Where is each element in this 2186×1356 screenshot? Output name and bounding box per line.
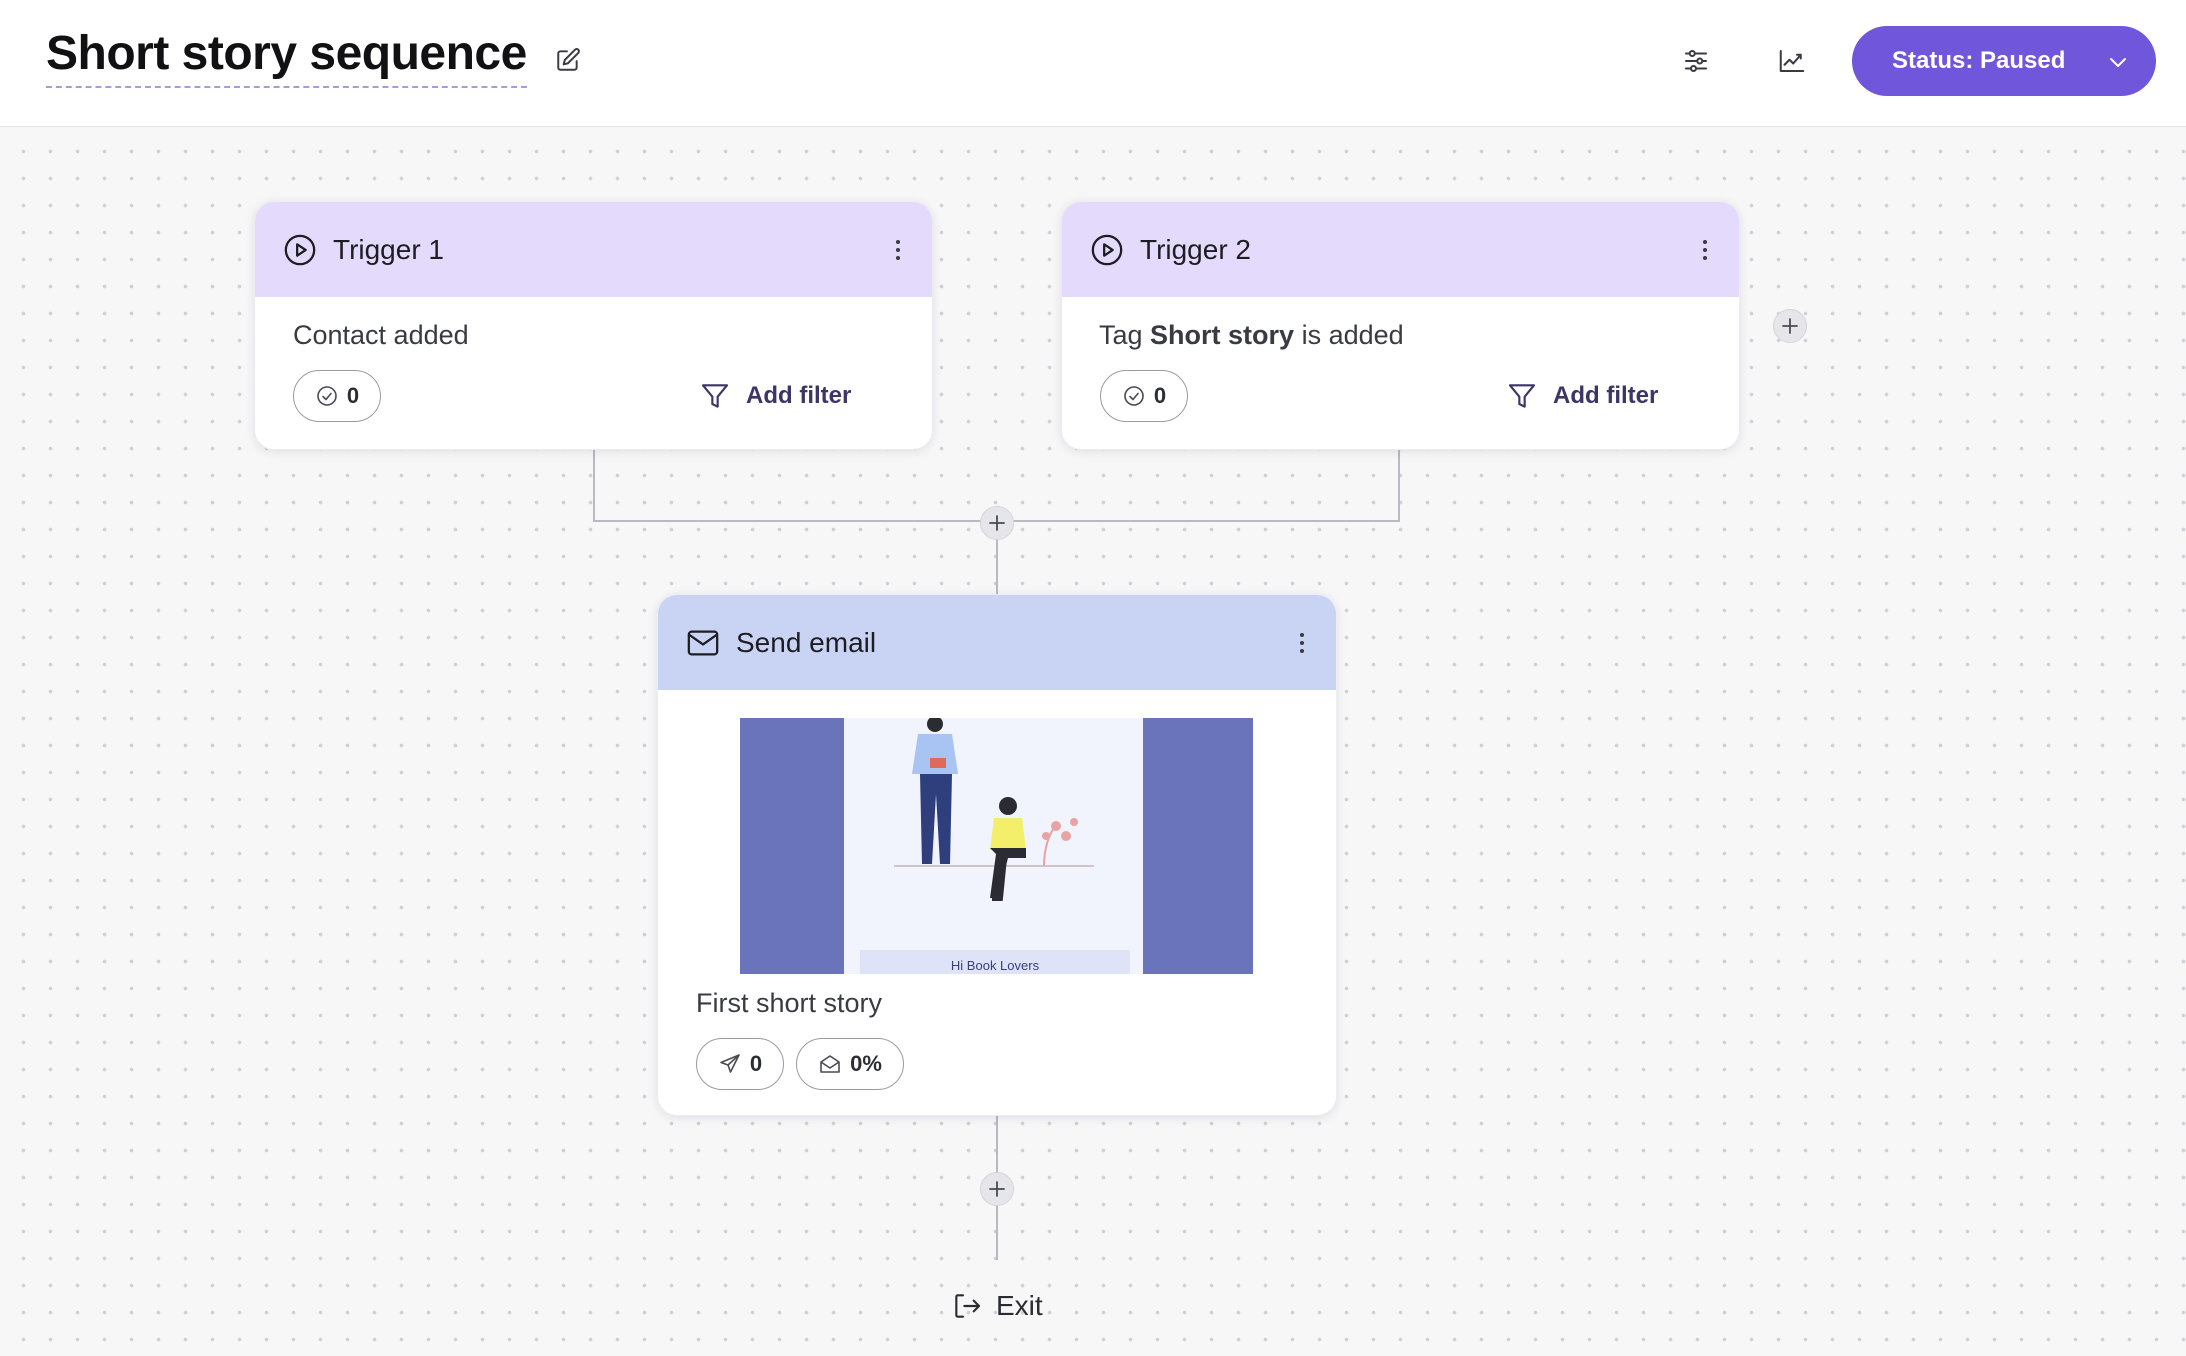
open-envelope-icon xyxy=(820,1055,840,1073)
exit-label: Exit xyxy=(996,1290,1043,1321)
send-paper-plane-icon xyxy=(720,1054,740,1073)
add-filter-button[interactable]: Add filter xyxy=(698,380,851,412)
trigger-count-badge[interactable]: 0 xyxy=(1100,370,1188,422)
add-trigger-button[interactable] xyxy=(1773,309,1807,343)
filter-funnel-icon xyxy=(1508,384,1536,408)
filter-funnel-icon xyxy=(701,384,729,408)
trigger-header: Trigger 1 xyxy=(255,202,932,297)
exit-arrow-icon xyxy=(955,1294,981,1318)
edit-icon[interactable] xyxy=(555,47,581,73)
status-label: Status: Paused xyxy=(1892,47,2066,74)
exit-node[interactable]: Exit xyxy=(950,1290,1043,1322)
preview-side-panel xyxy=(740,718,844,974)
email-header: Send email xyxy=(658,595,1336,690)
connector-line xyxy=(1398,450,1400,522)
plus-icon xyxy=(989,515,1005,531)
play-circle-icon xyxy=(1091,234,1123,265)
page-title[interactable]: Short story sequence xyxy=(46,26,527,88)
trigger-count: 0 xyxy=(346,383,360,408)
connector-line xyxy=(593,450,595,522)
sent-count-badge[interactable]: 0 xyxy=(696,1038,784,1090)
trigger-description-prefix: Tag xyxy=(1099,320,1151,350)
trigger-description: Tag Short story is added xyxy=(1099,320,1404,351)
tag-name: Short story xyxy=(1150,320,1295,350)
email-title: Send email xyxy=(736,626,877,658)
add-filter-label: Add filter xyxy=(1553,382,1659,409)
plus-icon xyxy=(989,1181,1005,1197)
trigger-description-suffix: is added xyxy=(1294,320,1404,350)
preview-side-panel xyxy=(1143,718,1253,974)
trigger-header: Trigger 2 xyxy=(1062,202,1739,297)
analytics-chart-icon[interactable] xyxy=(1777,46,1807,76)
add-step-button[interactable] xyxy=(980,1172,1014,1206)
preview-banner: Hi Book Lovers xyxy=(860,950,1130,974)
check-circle-icon xyxy=(1124,386,1144,406)
status-dropdown[interactable]: Status: Paused xyxy=(1852,26,2156,96)
check-circle-icon xyxy=(317,386,337,406)
trigger-description: Contact added xyxy=(293,320,469,350)
open-rate: 0% xyxy=(850,1051,882,1076)
people-reading-illustration xyxy=(894,718,1094,901)
add-filter-label: Add filter xyxy=(746,382,852,409)
trigger-count-badge[interactable]: 0 xyxy=(293,370,381,422)
top-bar: Short story sequence Status: Paused xyxy=(0,0,2186,127)
open-rate-badge[interactable]: 0% xyxy=(796,1038,904,1090)
trigger-title: Trigger 2 xyxy=(1140,233,1252,265)
more-options-icon[interactable] xyxy=(1701,236,1709,264)
trigger-title: Trigger 1 xyxy=(333,233,445,265)
more-options-icon[interactable] xyxy=(894,236,902,264)
email-preview-thumbnail[interactable]: Hi Book Lovers xyxy=(740,718,1253,974)
more-options-icon[interactable] xyxy=(1298,629,1306,657)
add-filter-button[interactable]: Add filter xyxy=(1505,380,1658,412)
chevron-down-icon xyxy=(2110,58,2126,67)
add-step-button[interactable] xyxy=(980,506,1014,540)
email-subject: First short story xyxy=(696,988,883,1018)
plus-icon xyxy=(1782,318,1798,334)
settings-sliders-icon[interactable] xyxy=(1681,46,1711,76)
trigger-count: 0 xyxy=(1153,383,1167,408)
sent-count: 0 xyxy=(749,1051,763,1076)
envelope-icon xyxy=(687,630,719,655)
play-circle-icon xyxy=(284,234,316,265)
